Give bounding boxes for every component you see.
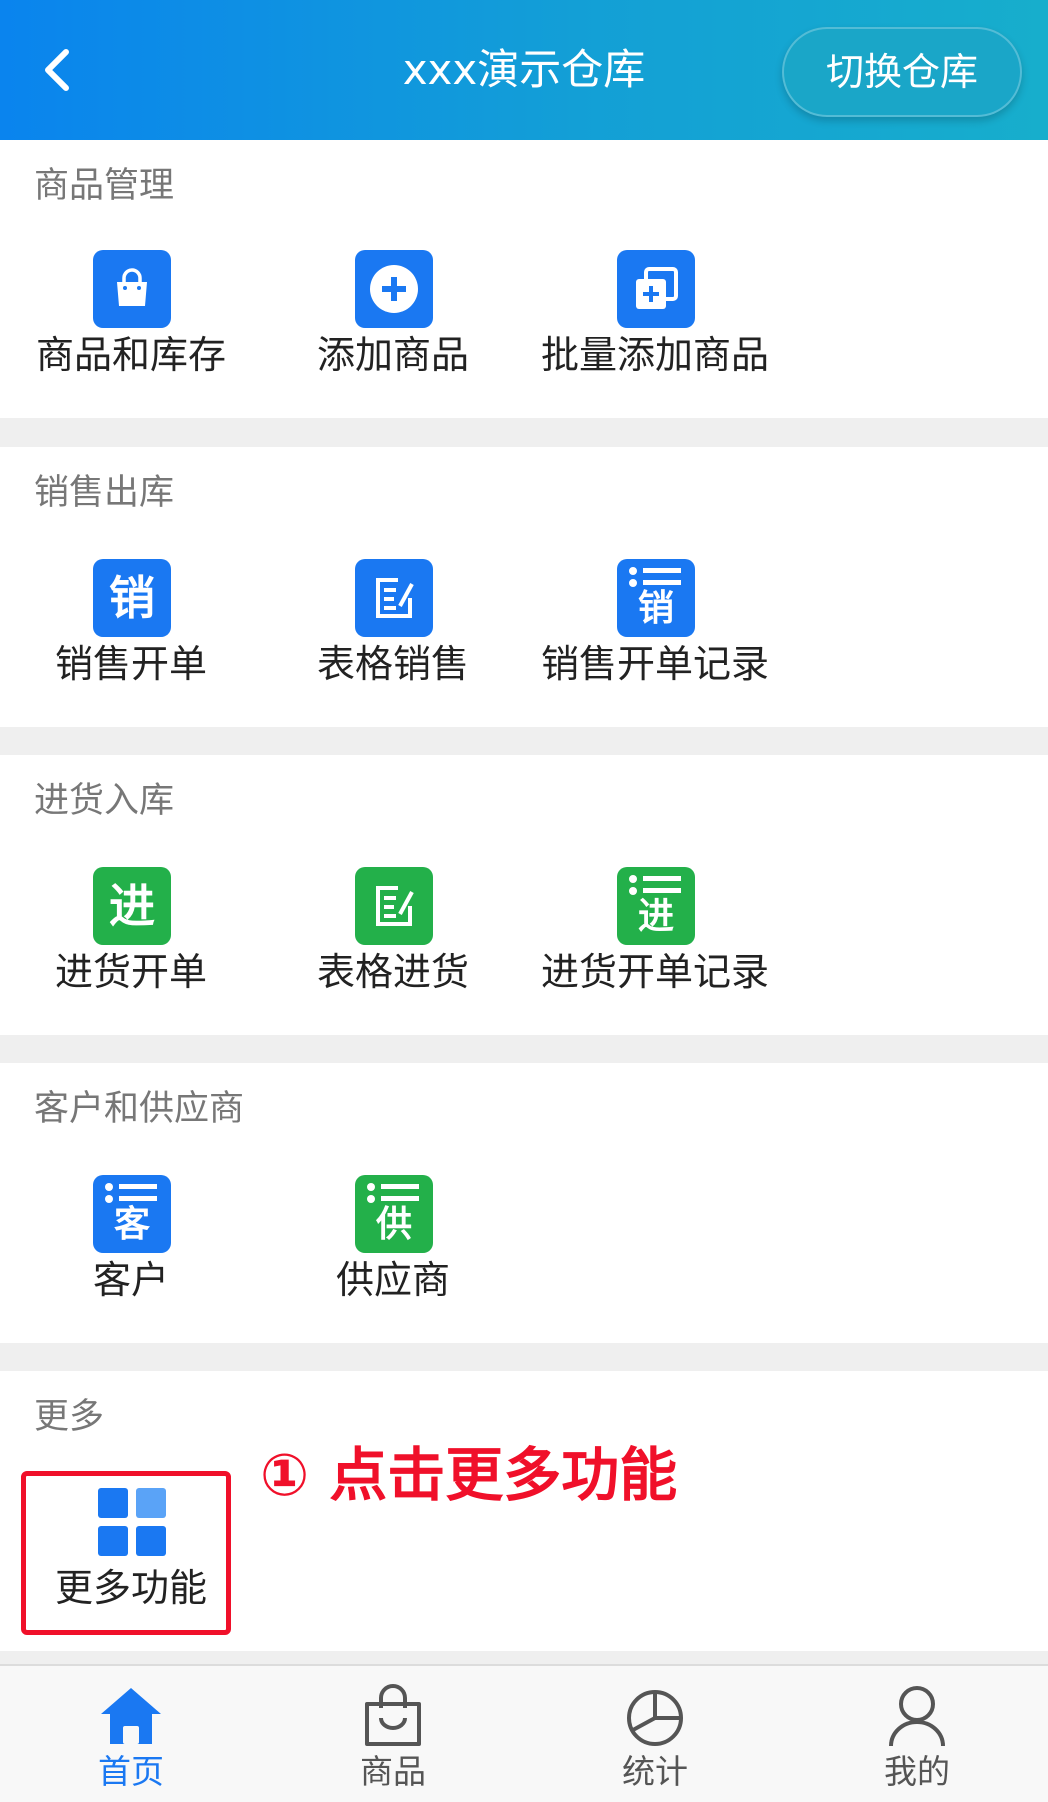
add-goods-item[interactable]: 添加商品: [262, 250, 524, 410]
section-goods-management: 商品管理 商品和库存 添加商品 批量添加商品: [0, 140, 1048, 418]
section-title: 进货入库: [34, 781, 175, 821]
item-label: 进货开单: [54, 950, 207, 994]
highlight-box: [21, 1471, 231, 1635]
tab-label: 统计: [622, 1752, 688, 1791]
purchase-order-icon: 进: [93, 867, 171, 945]
tab-label: 我的: [884, 1752, 950, 1791]
user-icon: [889, 1686, 945, 1747]
switch-warehouse-button[interactable]: 切换仓库: [782, 27, 1022, 117]
item-label: 供应商: [335, 1258, 450, 1302]
tab-mine[interactable]: 我的: [786, 1666, 1048, 1802]
item-label: 销售开单: [54, 642, 207, 686]
plus-circle-icon: [355, 250, 433, 328]
item-label: 表格进货: [316, 950, 469, 994]
shopping-bag-icon: [93, 250, 171, 328]
table-sales-item[interactable]: 表格销售: [262, 559, 524, 719]
purchase-record-item[interactable]: 进 进货开单记录: [524, 867, 786, 1027]
table-edit-icon: [355, 867, 433, 945]
section-title: 销售出库: [34, 473, 175, 513]
item-label: 表格销售: [316, 642, 469, 686]
section-purchase-inbound: 进货入库 进 进货开单 表格进货 进 进货开单记录: [0, 755, 1048, 1035]
table-purchase-item[interactable]: 表格进货: [262, 867, 524, 1027]
section-title: 更多: [34, 1397, 105, 1437]
icon-glyph: 销: [109, 571, 155, 625]
batch-add-icon: [617, 250, 695, 328]
table-edit-icon: [355, 559, 433, 637]
item-label: 批量添加商品: [540, 333, 769, 377]
item-label: 商品和库存: [35, 333, 226, 377]
supplier-icon: 供: [355, 1175, 433, 1253]
tab-label: 首页: [98, 1752, 164, 1791]
section-title: 商品管理: [34, 166, 175, 206]
sales-record-icon: 销: [617, 559, 695, 637]
purchase-order-item[interactable]: 进 进货开单: [0, 867, 262, 1027]
section-sales-outbound: 销售出库 销 销售开单 表格销售 销 销售开单记录: [0, 447, 1048, 727]
section-title: 客户和供应商: [34, 1089, 245, 1129]
purchase-record-icon: 进: [617, 867, 695, 945]
icon-glyph: 客: [113, 1204, 150, 1245]
bottom-tab-bar: 首页 商品 统计 我的: [0, 1664, 1048, 1802]
sales-record-item[interactable]: 销 销售开单记录: [524, 559, 786, 719]
item-label: 进货开单记录: [540, 950, 769, 994]
header-bar: xxx演示仓库 切换仓库: [0, 0, 1048, 140]
goods-and-stock-item[interactable]: 商品和库存: [0, 250, 262, 410]
tab-home[interactable]: 首页: [0, 1666, 262, 1802]
section-customers-suppliers: 客户和供应商 客 客户 供 供应商: [0, 1063, 1048, 1343]
customer-item[interactable]: 客 客户: [0, 1175, 262, 1335]
sales-order-item[interactable]: 销 销售开单: [0, 559, 262, 719]
tab-label: 商品: [360, 1752, 426, 1791]
pie-chart-icon: [627, 1690, 683, 1746]
item-label: 客户: [92, 1258, 169, 1302]
screen: xxx演示仓库 切换仓库 商品管理 商品和库存 添加商品 批量添加商品 销售出库: [0, 0, 1048, 1802]
bag-icon: [365, 1684, 421, 1746]
item-label: 销售开单记录: [540, 642, 769, 686]
tab-statistics[interactable]: 统计: [524, 1666, 786, 1802]
home-icon: [101, 1688, 161, 1744]
customer-icon: 客: [93, 1175, 171, 1253]
tab-goods[interactable]: 商品: [262, 1666, 524, 1802]
batch-add-goods-item[interactable]: 批量添加商品: [524, 250, 786, 410]
icon-glyph: 进: [637, 896, 674, 937]
icon-glyph: 进: [109, 879, 155, 933]
sales-order-icon: 销: [93, 559, 171, 637]
supplier-item[interactable]: 供 供应商: [262, 1175, 524, 1335]
annotation-text: ① 点击更多功能: [260, 1441, 678, 1509]
item-label: 添加商品: [316, 333, 469, 377]
icon-glyph: 销: [637, 588, 674, 629]
icon-glyph: 供: [375, 1204, 412, 1245]
